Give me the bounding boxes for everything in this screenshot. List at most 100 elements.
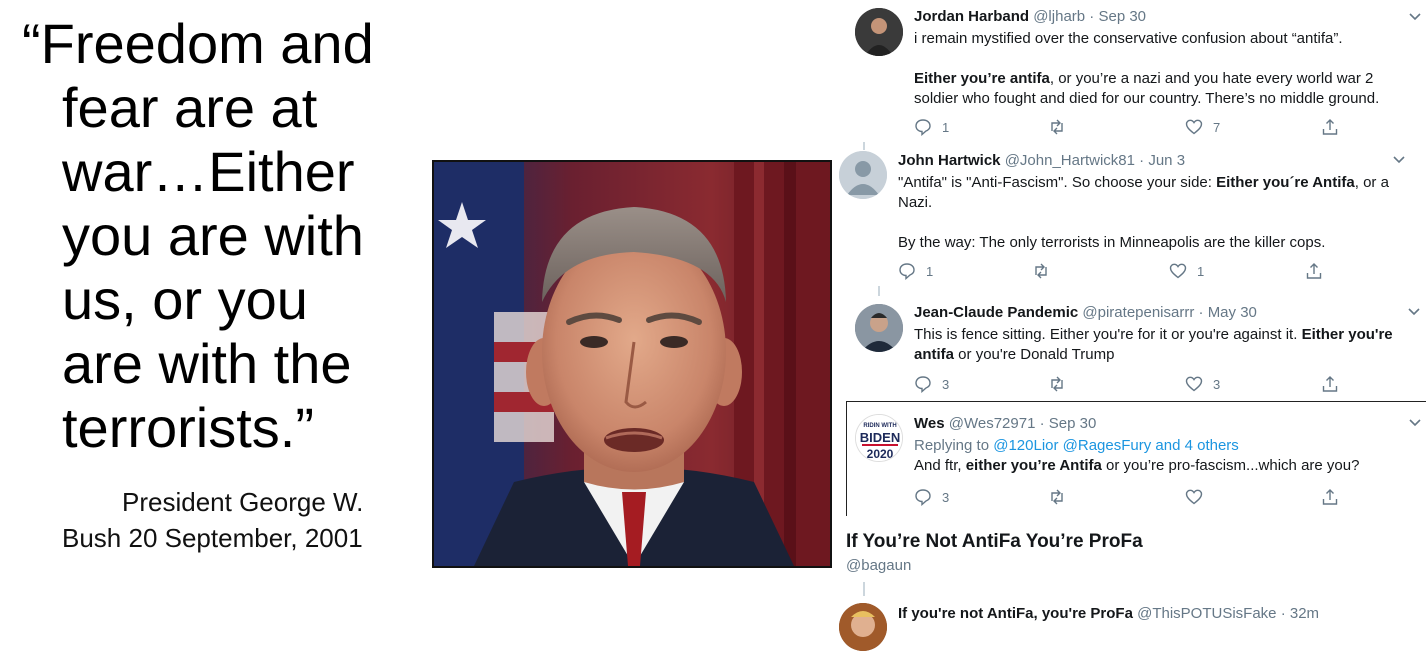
separator-dot: · <box>1039 415 1045 432</box>
tweet-text-paragraph: Either you’re antifa, or you’re a nazi a… <box>914 69 1414 109</box>
tweet-timestamp[interactable]: Sep 30 <box>1098 8 1146 25</box>
tweet-actions: 3 3 <box>914 374 1344 394</box>
tweet-author-name[interactable]: Wes <box>914 415 945 432</box>
tweet-text-line: i remain mystified over the conservative… <box>914 30 1343 47</box>
like-icon <box>1169 263 1187 279</box>
reply-button[interactable]: 1 <box>898 261 933 281</box>
chevron-down-icon[interactable] <box>1408 415 1422 429</box>
chevron-down-icon[interactable] <box>1407 304 1421 318</box>
quote-line-1: “Freedom and <box>22 12 374 75</box>
reply-button[interactable]: 3 <box>914 487 949 507</box>
quote-line-5: us, or you <box>62 268 308 331</box>
tweet-text-paragraph: And ftr, either you’re Antifa or you’re … <box>914 456 1414 476</box>
like-icon <box>1185 376 1203 392</box>
tweet-author-name[interactable]: Jordan Harband <box>914 8 1029 25</box>
tweet-text-rest: or you’re pro-fascism...which are you? <box>1101 457 1360 474</box>
tweet-timestamp[interactable]: Sep 30 <box>1049 415 1097 432</box>
avatar-image <box>855 8 903 56</box>
separator-dot: · <box>1139 152 1145 169</box>
separator-dot: · <box>1089 8 1095 25</box>
reply-count: 1 <box>942 119 950 135</box>
tweet-text-bold: Either you´re Antifa <box>1216 174 1355 191</box>
retweet-icon <box>1051 376 1063 392</box>
avatar-image <box>855 304 903 352</box>
tweet-header: If you're not AntiFa, you're ProFa @This… <box>898 604 1319 624</box>
tweet-text: This is fence sitting. Either you're for… <box>914 325 1414 365</box>
replying-to-label: Replying to <box>914 437 994 454</box>
like-button[interactable]: 3 <box>1185 374 1220 394</box>
tweet-author-handle[interactable]: @John_Hartwick81 <box>1005 152 1135 169</box>
retweet-button[interactable] <box>1048 374 1076 394</box>
thread-connector <box>863 142 865 150</box>
reply-icon <box>915 489 931 506</box>
separator-dot: · <box>1198 304 1204 321</box>
like-icon <box>1185 489 1203 505</box>
share-button[interactable] <box>1321 117 1349 137</box>
profile-card-handle[interactable]: @bagaun <box>846 557 911 574</box>
share-icon <box>1322 376 1338 392</box>
retweet-icon <box>1035 263 1047 279</box>
tweet-author-name[interactable]: Jean-Claude Pandemic <box>914 304 1078 321</box>
share-button[interactable] <box>1305 261 1333 281</box>
quote-line-4: you are with <box>62 204 364 267</box>
profile-card-title[interactable]: If You’re Not AntiFa You’re ProFa <box>846 531 1143 553</box>
retweet-icon <box>1051 489 1063 505</box>
tweet-header: Wes @Wes72971 · Sep 30 <box>914 414 1096 434</box>
tweet-timestamp[interactable]: Jun 3 <box>1148 152 1185 169</box>
reply-count: 3 <box>942 489 950 505</box>
reply-icon <box>915 376 931 393</box>
avatar[interactable] <box>855 304 903 352</box>
biden-2020-logo: RIDIN WITH BIDEN 2020 <box>856 415 902 461</box>
avatar[interactable] <box>839 603 887 651</box>
tweet-text-line: By the way: The only terrorists in Minne… <box>898 234 1326 251</box>
chevron-down-icon[interactable] <box>1392 152 1406 166</box>
share-button[interactable] <box>1321 487 1349 507</box>
like-button[interactable]: 1 <box>1169 261 1204 281</box>
tweet-header: John Hartwick @John_Hartwick81 · Jun 3 <box>898 151 1185 171</box>
avatar[interactable]: RIDIN WITH BIDEN 2020 <box>855 414 903 462</box>
tweet-author-handle[interactable]: @Wes72971 <box>949 415 1036 432</box>
share-icon <box>1322 489 1338 505</box>
avatar[interactable] <box>839 151 887 199</box>
tweet-text-paragraph: "Antifa" is "Anti-Fascism". So choose yo… <box>898 173 1413 213</box>
avatar-logo-text-bottom: 2020 <box>867 447 894 461</box>
share-icon <box>1322 119 1338 135</box>
tweet-author-name[interactable]: If you're not AntiFa, you're ProFa <box>898 605 1133 622</box>
chevron-down-icon[interactable] <box>1408 9 1422 23</box>
avatar-logo-text-mid: BIDEN <box>860 430 900 445</box>
reply-button[interactable]: 1 <box>914 117 949 137</box>
portrait-illustration <box>434 162 830 566</box>
retweet-button[interactable] <box>1048 117 1076 137</box>
like-button[interactable]: 7 <box>1185 117 1220 137</box>
tweet-text-bold: either you’re Antifa <box>965 457 1102 474</box>
replying-to-links[interactable]: @120Lior @RagesFury and 4 others <box>993 437 1239 454</box>
retweet-button[interactable] <box>1048 487 1076 507</box>
tweet-author-name[interactable]: John Hartwick <box>898 152 1001 169</box>
retweet-icon <box>1051 119 1063 135</box>
tweet-text: i remain mystified over the conservative… <box>914 29 1414 109</box>
tweet-text-bold: Either you’re antifa <box>914 70 1050 87</box>
reply-count: 1 <box>926 263 934 279</box>
reply-icon <box>899 263 915 280</box>
tweet-author-handle[interactable]: @ljharb <box>1033 8 1085 25</box>
thread-connector <box>878 286 880 296</box>
quote-line-3: war…Either <box>62 140 355 203</box>
tweet-timestamp[interactable]: May 30 <box>1208 304 1257 321</box>
tweet-header: Jean-Claude Pandemic @piratepenisarrr · … <box>914 303 1257 323</box>
separator-dot: · <box>1280 605 1286 622</box>
default-avatar-icon <box>839 151 887 199</box>
tweet-text-part: And ftr, <box>914 457 966 474</box>
tweet-timestamp[interactable]: 32m <box>1290 605 1319 622</box>
like-count: 7 <box>1213 119 1221 135</box>
like-button[interactable] <box>1185 487 1213 507</box>
attribution-line-1: President George W. <box>122 487 364 517</box>
like-count: 1 <box>1197 263 1205 279</box>
tweet-author-handle[interactable]: @ThisPOTUSisFake <box>1137 605 1276 622</box>
avatar[interactable] <box>855 8 903 56</box>
tweet-author-handle[interactable]: @piratepenisarrr <box>1082 304 1194 321</box>
retweet-button[interactable] <box>1032 261 1060 281</box>
share-icon <box>1306 263 1322 279</box>
reply-button[interactable]: 3 <box>914 374 949 394</box>
share-button[interactable] <box>1321 374 1349 394</box>
tweet-header: Jordan Harband @ljharb · Sep 30 <box>914 7 1146 27</box>
